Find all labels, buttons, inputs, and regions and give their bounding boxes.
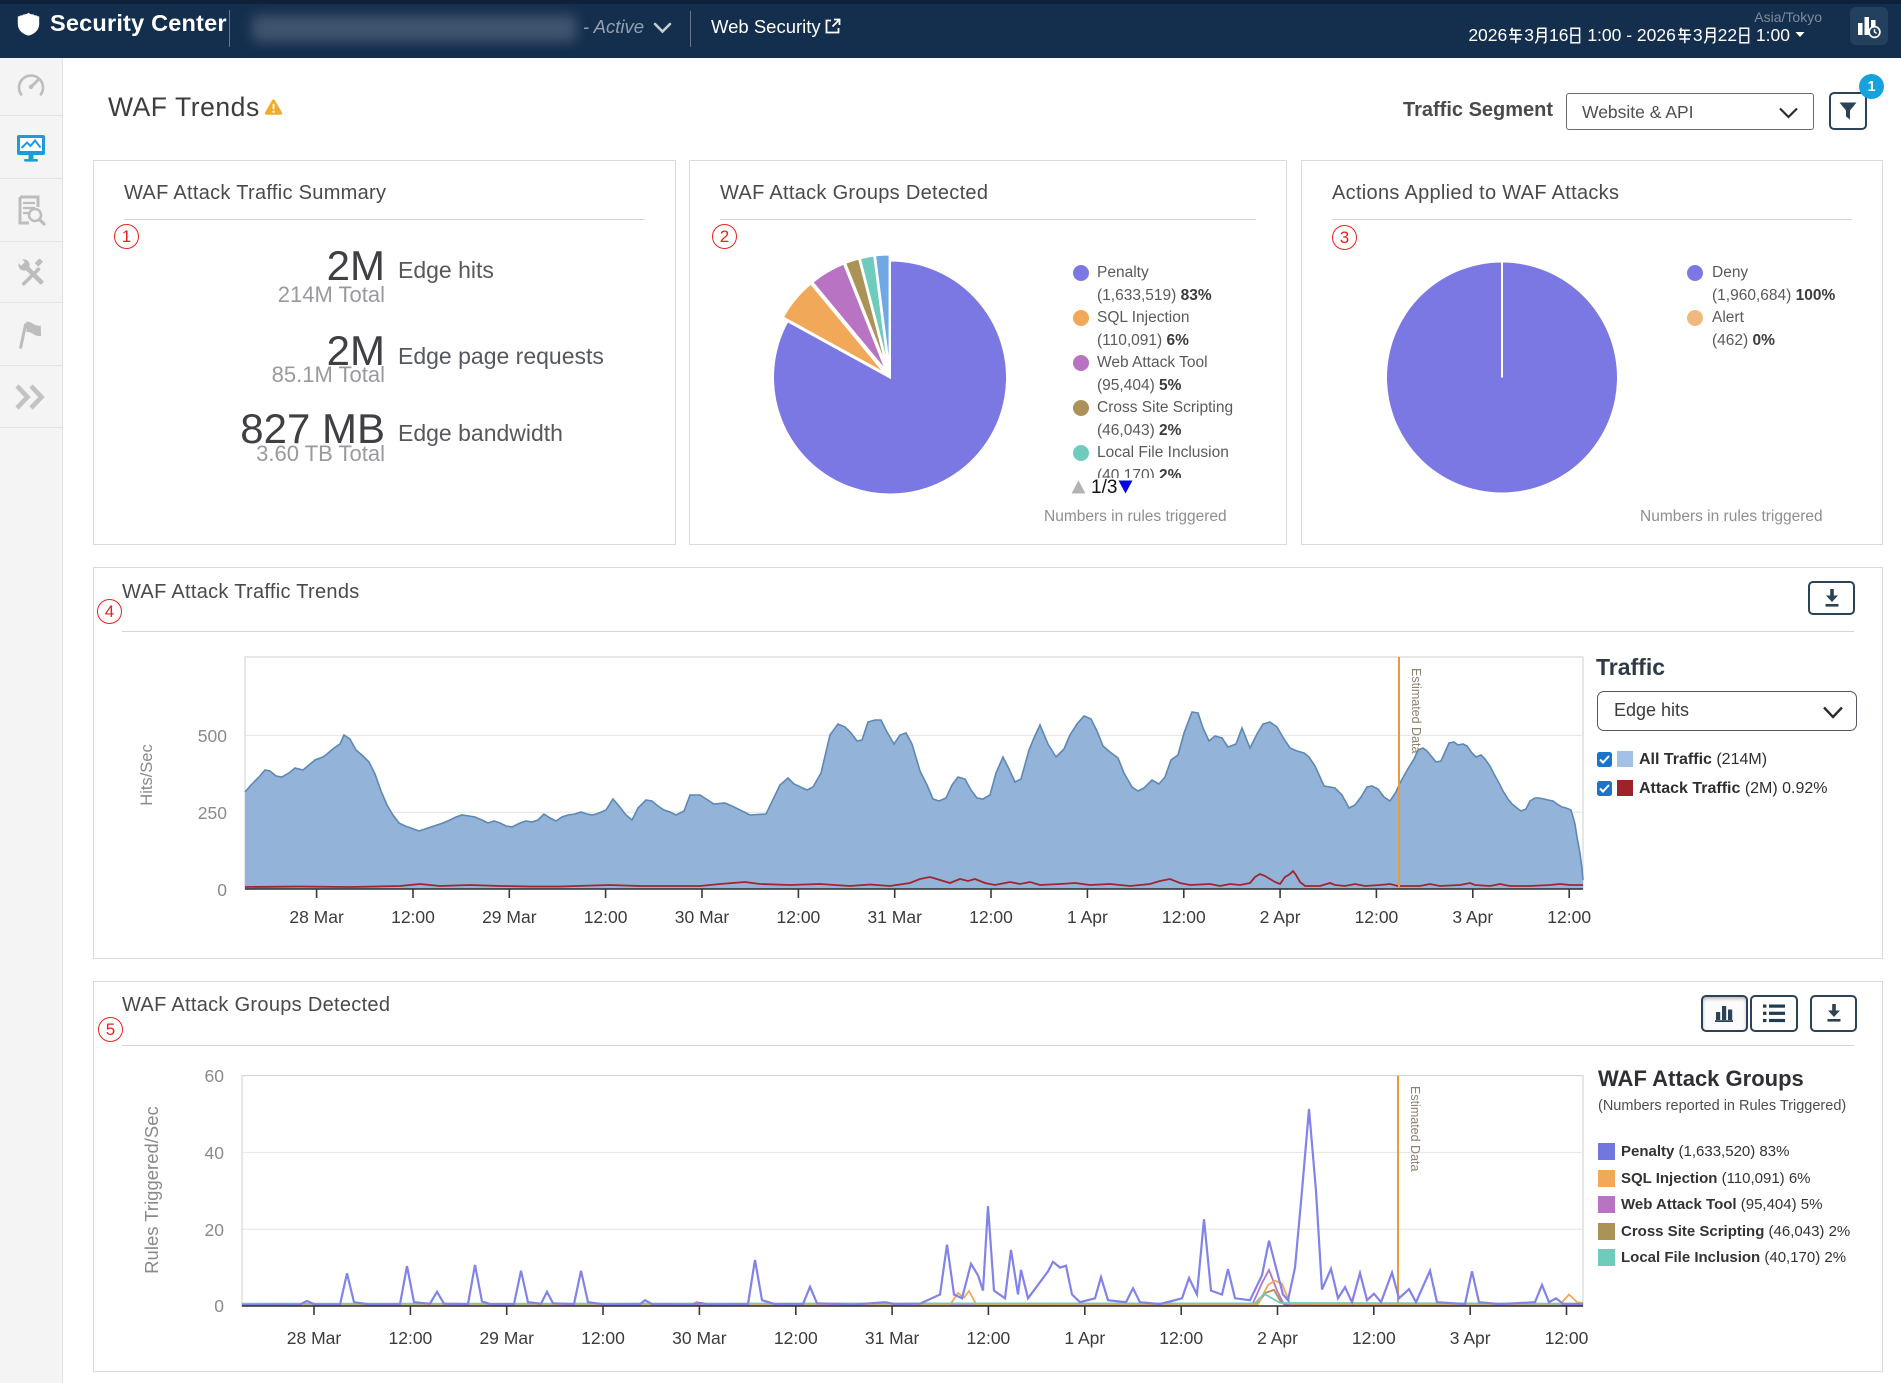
svg-text:20: 20 <box>205 1220 225 1240</box>
svg-text:12:00: 12:00 <box>777 907 821 927</box>
svg-text:12:00: 12:00 <box>774 1328 818 1348</box>
svg-text:Estimated Data: Estimated Data <box>1408 1086 1422 1172</box>
svg-text:12:00: 12:00 <box>581 1328 625 1348</box>
svg-text:12:00: 12:00 <box>969 907 1013 927</box>
svg-text:12:00: 12:00 <box>389 1328 433 1348</box>
svg-text:28 Mar: 28 Mar <box>289 907 344 927</box>
svg-text:12:00: 12:00 <box>391 907 435 927</box>
svg-text:2 Apr: 2 Apr <box>1257 1328 1298 1348</box>
svg-text:12:00: 12:00 <box>1355 907 1399 927</box>
svg-text:500: 500 <box>198 726 227 746</box>
svg-text:29 Mar: 29 Mar <box>479 1328 534 1348</box>
svg-text:31 Mar: 31 Mar <box>865 1328 920 1348</box>
svg-text:Hits/Sec: Hits/Sec <box>138 744 156 805</box>
svg-text:3 Apr: 3 Apr <box>1450 1328 1491 1348</box>
svg-text:12:00: 12:00 <box>1352 1328 1396 1348</box>
svg-text:1 Apr: 1 Apr <box>1064 1328 1105 1348</box>
svg-text:31 Mar: 31 Mar <box>867 907 922 927</box>
svg-text:12:00: 12:00 <box>1547 907 1591 927</box>
svg-text:2 Apr: 2 Apr <box>1260 907 1301 927</box>
svg-text:29 Mar: 29 Mar <box>482 907 537 927</box>
svg-text:40: 40 <box>205 1143 225 1163</box>
svg-text:12:00: 12:00 <box>584 907 628 927</box>
svg-text:60: 60 <box>205 1066 225 1086</box>
svg-text:0: 0 <box>217 880 227 900</box>
svg-text:12:00: 12:00 <box>1162 907 1206 927</box>
svg-text:3 Apr: 3 Apr <box>1452 907 1493 927</box>
svg-text:250: 250 <box>198 803 227 823</box>
svg-text:0: 0 <box>214 1296 224 1316</box>
svg-text:28 Mar: 28 Mar <box>287 1328 342 1348</box>
svg-text:12:00: 12:00 <box>1545 1328 1589 1348</box>
svg-text:30 Mar: 30 Mar <box>675 907 730 927</box>
svg-text:Rules Triggered/Sec: Rules Triggered/Sec <box>141 1106 162 1274</box>
svg-text:12:00: 12:00 <box>1159 1328 1203 1348</box>
svg-text:12:00: 12:00 <box>967 1328 1011 1348</box>
svg-text:30 Mar: 30 Mar <box>672 1328 727 1348</box>
svg-text:1 Apr: 1 Apr <box>1067 907 1108 927</box>
svg-text:Estimated Data: Estimated Data <box>1409 668 1423 754</box>
